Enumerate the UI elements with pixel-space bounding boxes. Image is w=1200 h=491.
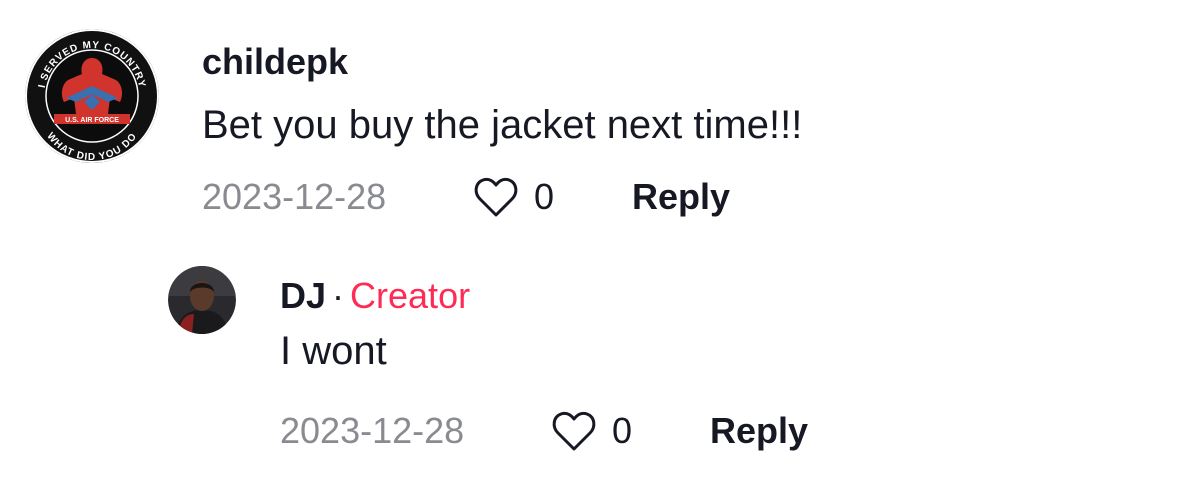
avatar-photo[interactable] [168,266,236,334]
reply-button[interactable]: Reply [632,176,730,218]
comment-date: 2023-12-28 [280,410,465,451]
heart-outline-icon [552,411,596,451]
like-count: 0 [612,410,633,451]
creator-badge: Creator [350,275,471,316]
reply-comment: DJ · Creator I wont 2023-12-28 0 Reply [168,262,1168,462]
comment-body: DJ · Creator I wont 2023-12-28 0 Reply [280,262,808,456]
comment: I SERVED MY COUNTRY WHAT DID YOU DO U.S.… [24,24,1174,224]
comment-text: Bet you buy the jacket next time!!! [202,103,803,147]
separator-dot: · [332,275,345,316]
like-count: 0 [534,176,555,217]
comment-username[interactable]: childepk [202,40,802,84]
comment-date: 2023-12-28 [202,176,387,217]
heart-outline-icon [474,177,518,217]
avatar-badge[interactable]: I SERVED MY COUNTRY WHAT DID YOU DO U.S.… [24,28,160,164]
comment-body: childepk Bet you buy the jacket next tim… [202,24,802,222]
like-button[interactable]: 0 [472,175,632,219]
reply-button[interactable]: Reply [710,410,808,452]
user-photo-icon [168,266,236,334]
comment-meta: 2023-12-28 0 Reply [202,172,802,222]
air-force-badge-icon: I SERVED MY COUNTRY WHAT DID YOU DO U.S.… [25,29,159,163]
comment-username[interactable]: DJ [280,275,326,316]
like-button[interactable]: 0 [550,409,710,453]
comment-username-row: DJ · Creator [280,274,808,318]
comment-text: I wont [280,329,387,373]
comment-meta: 2023-12-28 0 Reply [280,406,808,456]
badge-band-text: U.S. AIR FORCE [65,117,119,124]
